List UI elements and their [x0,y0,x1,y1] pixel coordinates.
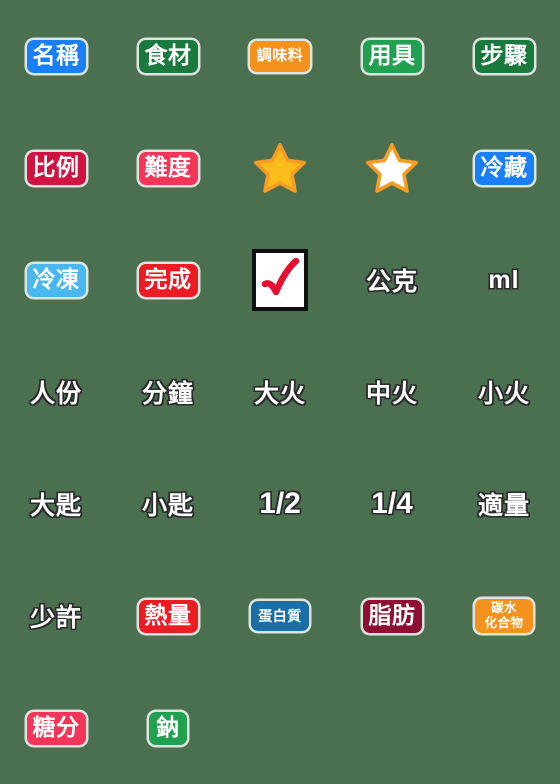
sticker-badge-tan-shui[interactable]: 碳水 化合物 [475,599,533,633]
sticker-cell-xiao-huo[interactable]: 小火 [448,336,560,448]
sticker-text-shao-xu[interactable]: 少許 [30,598,82,634]
sticker-cell-checkbox[interactable] [224,224,336,336]
sticker-cell-star-filled[interactable] [224,112,336,224]
sticker-cell-dan-bai-zhi[interactable]: 蛋白質 [224,560,336,672]
sticker-cell-nan-du[interactable]: 難度 [112,112,224,224]
sticker-cell-shi-cai[interactable]: 食材 [112,0,224,112]
sticker-text-da-chi[interactable]: 大匙 [30,486,82,522]
sticker-cell-fen-zhong[interactable]: 分鐘 [112,336,224,448]
sticker-cell-da-chi[interactable]: 大匙 [0,448,112,560]
sticker-cell-shi-liang[interactable]: 適量 [448,448,560,560]
sticker-badge-line-1: 碳水 [490,600,517,615]
sticker-text-ml[interactable]: ml [488,266,519,295]
sticker-text-xiao-chi[interactable]: 小匙 [142,486,194,522]
sticker-text-one-half[interactable]: 1/2 [259,487,301,521]
check-mark-shape [261,257,300,296]
checkbox-checked-icon[interactable] [252,249,308,311]
sticker-cell-yong-ju[interactable]: 用具 [336,0,448,112]
sticker-cell-wan-cheng[interactable]: 完成 [112,224,224,336]
sticker-cell-da-huo[interactable]: 大火 [224,336,336,448]
sticker-badge-zhi-fang[interactable]: 脂肪 [362,599,422,633]
sticker-badge-yong-ju[interactable]: 用具 [362,39,422,73]
star-shape [366,143,418,193]
sticker-badge-bi-li[interactable]: 比例 [26,151,86,185]
sticker-cell-star-empty[interactable] [336,112,448,224]
sticker-cell-xiao-chi[interactable]: 小匙 [112,448,224,560]
sticker-badge-wan-cheng[interactable]: 完成 [138,263,198,297]
sticker-text-one-quarter[interactable]: 1/4 [371,487,413,521]
sticker-text-ren-fen[interactable]: 人份 [30,374,82,410]
sticker-cell-na[interactable]: 鈉 [112,672,224,784]
sticker-sheet: 名稱 食材 調味料 用具 步驟比例 難度 冷藏冷凍 完成 公克 ml 人份 分鐘 大火 中火 小火大匙 小匙 1… [0,0,560,784]
star-shape [254,143,306,193]
sticker-text-gong-ke[interactable]: 公克 [366,262,418,298]
sticker-badge-re-liang[interactable]: 熱量 [138,599,198,633]
sticker-cell-zhong-huo[interactable]: 中火 [336,336,448,448]
sticker-cell-ml[interactable]: ml [448,224,560,336]
sticker-cell-tiao-wei-liao[interactable]: 調味料 [224,0,336,112]
sticker-badge-tang-fen[interactable]: 糖分 [26,711,86,745]
sticker-badge-nan-du[interactable]: 難度 [138,151,198,185]
sticker-text-xiao-huo[interactable]: 小火 [478,374,530,410]
sticker-text-da-huo[interactable]: 大火 [254,374,306,410]
sticker-cell-gong-ke[interactable]: 公克 [336,224,448,336]
sticker-cell-bi-li[interactable]: 比例 [0,112,112,224]
sticker-cell-bu-zhou[interactable]: 步驟 [448,0,560,112]
sticker-badge-bu-zhou[interactable]: 步驟 [474,39,534,73]
sticker-cell-leng-dong[interactable]: 冷凍 [0,224,112,336]
sticker-cell-shao-xu[interactable]: 少許 [0,560,112,672]
sticker-badge-leng-cang[interactable]: 冷藏 [474,151,534,185]
star-empty-icon[interactable] [366,142,418,194]
sticker-cell-ren-fen[interactable]: 人份 [0,336,112,448]
sticker-badge-shi-cai[interactable]: 食材 [138,39,198,73]
sticker-cell-one-quarter[interactable]: 1/4 [336,448,448,560]
sticker-text-fen-zhong[interactable]: 分鐘 [142,374,194,410]
sticker-cell-zhi-fang[interactable]: 脂肪 [336,560,448,672]
sticker-badge-ming-cheng[interactable]: 名稱 [26,39,86,73]
star-filled-icon[interactable] [254,142,306,194]
sticker-cell-ming-cheng[interactable]: 名稱 [0,0,112,112]
sticker-badge-dan-bai-zhi[interactable]: 蛋白質 [251,601,309,631]
sticker-text-shi-liang[interactable]: 適量 [478,486,530,522]
sticker-cell-tang-fen[interactable]: 糖分 [0,672,112,784]
sticker-badge-na[interactable]: 鈉 [149,711,187,745]
sticker-badge-line-2: 化合物 [484,616,524,630]
sticker-cell-one-half[interactable]: 1/2 [224,448,336,560]
sticker-cell-re-liang[interactable]: 熱量 [112,560,224,672]
sticker-badge-leng-dong[interactable]: 冷凍 [26,263,86,297]
sticker-text-zhong-huo[interactable]: 中火 [366,374,418,410]
sticker-badge-tiao-wei-liao[interactable]: 調味料 [250,40,310,72]
sticker-cell-tan-shui[interactable]: 碳水 化合物 [448,560,560,672]
sticker-cell-leng-cang[interactable]: 冷藏 [448,112,560,224]
